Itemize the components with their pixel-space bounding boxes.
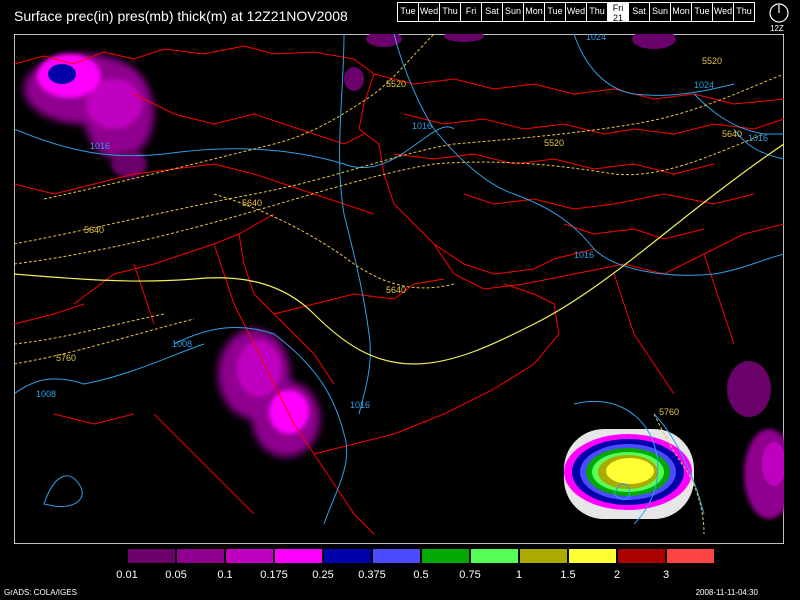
legend-swatch: [176, 548, 225, 564]
day-label: Wed: [419, 6, 439, 16]
day-cell: Wed: [712, 2, 734, 22]
thickness-label: 5640: [722, 129, 742, 139]
day-cell: Sat: [628, 2, 650, 22]
legend-swatch: [127, 548, 176, 564]
day-cell: Wed: [565, 2, 587, 22]
legend-swatch: [519, 548, 568, 564]
day-cell: Mon: [523, 2, 545, 22]
day-cell: Sun: [502, 2, 524, 22]
map-title: Surface prec(in) pres(mb) thick(m) at 12…: [14, 8, 348, 24]
thickness-label: 5760: [659, 407, 679, 417]
precip-legend-labels: 0.01 0.05 0.1 0.175 0.25 0.375 0.5 0.75 1 1.5 2 3: [78, 569, 728, 583]
day-label: Fri: [465, 6, 477, 16]
day-cell: Thu: [586, 2, 608, 22]
day-label: Thu: [442, 6, 458, 16]
legend-label: 0.1: [217, 569, 233, 581]
legend-swatch: [666, 548, 715, 564]
day-label: Sun: [651, 6, 668, 16]
day-label: Fri: [612, 3, 624, 13]
day-label: Tue: [547, 6, 563, 16]
precip-color-legend: [78, 548, 715, 564]
day-strip: Tue Wed Thu Fri Sat Sun Mon Tue Wed Thu Fri 21 Sat Su…: [397, 2, 755, 23]
day-label: Thu: [589, 6, 605, 16]
weather-map: 1016 1016 1008 1008 1016 1016 1024 1024 …: [14, 34, 784, 544]
day-cell: Sat: [481, 2, 503, 22]
legend-swatch: [470, 548, 519, 564]
legend-swatch: [274, 548, 323, 564]
thickness-label: 5520: [702, 56, 722, 66]
legend-label: 0.5: [413, 569, 429, 581]
day-label: Mon: [525, 6, 543, 16]
legend-swatch: [323, 548, 372, 564]
day-cell: Fri: [460, 2, 482, 22]
timestamp: 2008-11-11-04:30: [695, 588, 758, 597]
legend-label: 1: [515, 569, 523, 581]
legend-label: 1.5: [560, 569, 576, 581]
isobar-label: 1016: [350, 400, 370, 410]
isobar-label: 1016: [90, 141, 110, 151]
thickness-label: 5760: [56, 353, 76, 363]
clock-label: 12Z: [770, 24, 784, 33]
legend-label: 0.25: [312, 569, 334, 581]
day-cell: Wed: [418, 2, 440, 22]
isobar-label: 1016: [748, 133, 768, 143]
day-label: Sat: [632, 6, 646, 16]
isobar-label: 1016: [412, 121, 432, 131]
day-label: Tue: [400, 6, 416, 16]
day-cell: Fri 21: [607, 2, 629, 23]
isobar-label: 1024: [586, 34, 606, 42]
thickness-label: 5520: [544, 138, 564, 148]
day-number: 21: [612, 13, 623, 23]
day-cell: Tue: [397, 2, 419, 22]
legend-label: 0.05: [165, 569, 187, 581]
legend-swatch: [421, 548, 470, 564]
legend-label: 2: [613, 569, 621, 581]
legend-swatch: [225, 548, 274, 564]
day-cell: Sun: [649, 2, 671, 22]
day-label: Wed: [713, 6, 733, 16]
legend-label: 0.175: [260, 569, 288, 581]
legend-label: 0.01: [116, 569, 138, 581]
day-cell: Thu: [439, 2, 461, 22]
legend-swatch: [372, 548, 421, 564]
day-label: Mon: [672, 6, 690, 16]
thickness-label: 5520: [386, 79, 406, 89]
isobar-label: 1024: [694, 80, 714, 90]
day-cell: Mon: [670, 2, 692, 22]
legend-label: 3: [662, 569, 670, 581]
legend-swatch: [78, 548, 127, 564]
day-cell: Thu: [733, 2, 755, 22]
day-label: Sat: [485, 6, 499, 16]
isobar-label: 1008: [36, 389, 56, 399]
thickness-label: 5640: [84, 225, 104, 235]
day-label: Tue: [694, 6, 710, 16]
legend-label: 0.75: [459, 569, 481, 581]
isobar-label: 1016: [574, 250, 594, 260]
day-cell: Tue: [544, 2, 566, 22]
day-label: Thu: [736, 6, 752, 16]
day-label: Wed: [566, 6, 586, 16]
day-cell: Tue: [691, 2, 713, 22]
legend-swatch: [617, 548, 666, 564]
legend-label: 0.375: [358, 569, 386, 581]
legend-swatch: [568, 548, 617, 564]
thickness-label: 5640: [242, 198, 262, 208]
thickness-label: 5640: [386, 285, 406, 295]
day-label: Sun: [504, 6, 521, 16]
isobar-label: 1008: [172, 339, 192, 349]
credit-text: GrADS: COLA/IGES: [4, 588, 77, 597]
